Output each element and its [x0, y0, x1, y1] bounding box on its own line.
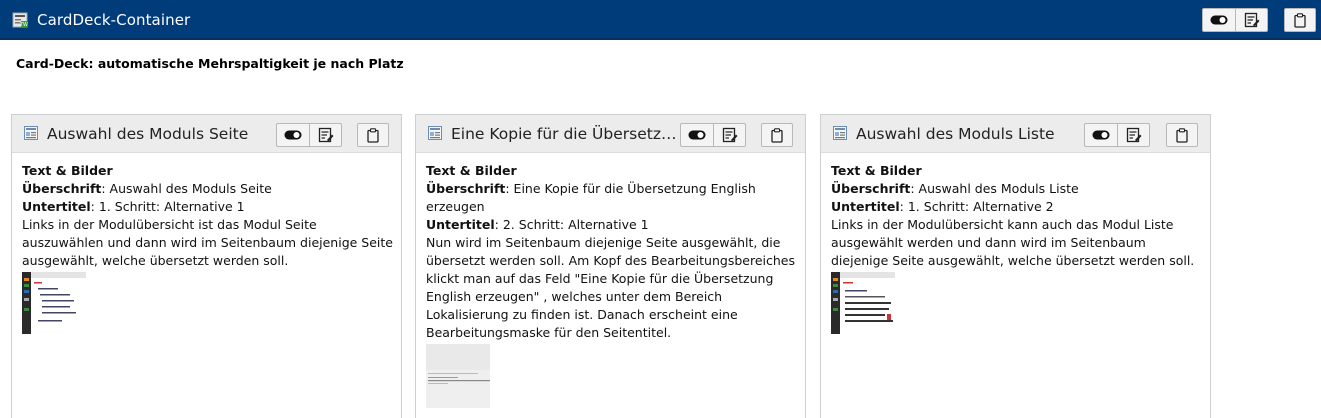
- screenshot-thumbnail[interactable]: [22, 272, 86, 334]
- content-card: Auswahl des Moduls Seite Text & Bilder Ü…: [11, 114, 402, 418]
- container-header: TW CardDeck-Container: [0, 0, 1321, 40]
- toggle-visibility-button[interactable]: [277, 124, 309, 146]
- card-body: Text & Bilder Überschrift: Eine Kopie fü…: [426, 162, 798, 342]
- copy-button[interactable]: [1284, 8, 1316, 32]
- svg-text:TW: TW: [19, 22, 28, 28]
- heading-label: Überschrift: [426, 181, 506, 196]
- heading-label: Überschrift: [831, 181, 911, 196]
- toggle-visibility-button[interactable]: [681, 124, 713, 146]
- subtitle-value: : 1. Schritt: Alternative 1: [90, 199, 245, 214]
- edit-button[interactable]: [309, 124, 341, 146]
- content-type-label: Text & Bilder: [831, 163, 922, 178]
- content-card: Auswahl des Moduls Liste Text & Bilder Ü…: [820, 114, 1211, 418]
- card-title: Auswahl des Moduls Liste: [856, 125, 1055, 143]
- card-button-group: [680, 123, 746, 147]
- text-image-icon: [428, 126, 442, 140]
- card-body: Text & Bilder Überschrift: Auswahl des M…: [831, 162, 1203, 270]
- edit-icon: [318, 127, 333, 143]
- subtitle-value: : 1. Schritt: Alternative 2: [899, 199, 1054, 214]
- container-title: CardDeck-Container: [37, 11, 191, 29]
- copy-button[interactable]: [761, 123, 793, 147]
- screenshot-thumbnail[interactable]: [831, 272, 895, 334]
- heading-value: : Auswahl des Moduls Liste: [910, 181, 1079, 196]
- toggle-visibility-icon: [1092, 130, 1110, 140]
- heading-value: : Auswahl des Moduls Seite: [101, 181, 272, 196]
- clipboard-icon: [771, 127, 783, 143]
- clipboard-icon: [1176, 127, 1188, 143]
- clipboard-icon: [1294, 12, 1306, 28]
- toggle-visibility-button[interactable]: [1203, 9, 1235, 31]
- screenshot-thumbnail[interactable]: [426, 344, 490, 408]
- card-header: Auswahl des Moduls Seite: [12, 115, 401, 153]
- card-title: Eine Kopie für die Übersetzu...: [451, 125, 681, 143]
- container-button-group: [1202, 8, 1268, 32]
- edit-icon: [1126, 127, 1141, 143]
- heading-label: Überschrift: [22, 181, 102, 196]
- text-image-icon: [833, 126, 847, 140]
- body-text: Links in der Modulübersicht ist das Modu…: [22, 217, 393, 268]
- body-text: Links in der Modulübersicht kann auch da…: [831, 217, 1195, 268]
- copy-button[interactable]: [357, 123, 389, 147]
- edit-icon: [1244, 12, 1259, 28]
- intro-text: Card-Deck: automatische Mehrspaltigkeit …: [16, 56, 404, 71]
- card-header: Auswahl des Moduls Liste: [821, 115, 1210, 153]
- edit-icon: [722, 127, 737, 143]
- content-card: Eine Kopie für die Übersetzu... Text & B…: [415, 114, 806, 418]
- toggle-visibility-icon: [1210, 15, 1228, 25]
- edit-button[interactable]: [1235, 9, 1267, 31]
- card-body: Text & Bilder Überschrift: Auswahl des M…: [22, 162, 394, 270]
- copy-button[interactable]: [1166, 123, 1198, 147]
- card-button-group: [1084, 123, 1150, 147]
- clipboard-icon: [367, 127, 379, 143]
- card-button-group: [276, 123, 342, 147]
- subtitle-label: Untertitel: [426, 217, 495, 232]
- card-header: Eine Kopie für die Übersetzu...: [416, 115, 805, 153]
- edit-button[interactable]: [713, 124, 745, 146]
- subtitle-value: : 2. Schritt: Alternative 1: [494, 217, 649, 232]
- edit-button[interactable]: [1117, 124, 1149, 146]
- toggle-visibility-icon: [688, 130, 706, 140]
- toggle-visibility-button[interactable]: [1085, 124, 1117, 146]
- text-image-icon: [24, 126, 38, 140]
- content-type-label: Text & Bilder: [426, 163, 517, 178]
- subtitle-label: Untertitel: [831, 199, 900, 214]
- page-content-icon: TW: [12, 12, 28, 28]
- body-text: Nun wird im Seitenbaum diejenige Seite a…: [426, 235, 795, 340]
- subtitle-label: Untertitel: [22, 199, 91, 214]
- toggle-visibility-icon: [284, 130, 302, 140]
- card-title: Auswahl des Moduls Seite: [47, 125, 249, 143]
- content-type-label: Text & Bilder: [22, 163, 113, 178]
